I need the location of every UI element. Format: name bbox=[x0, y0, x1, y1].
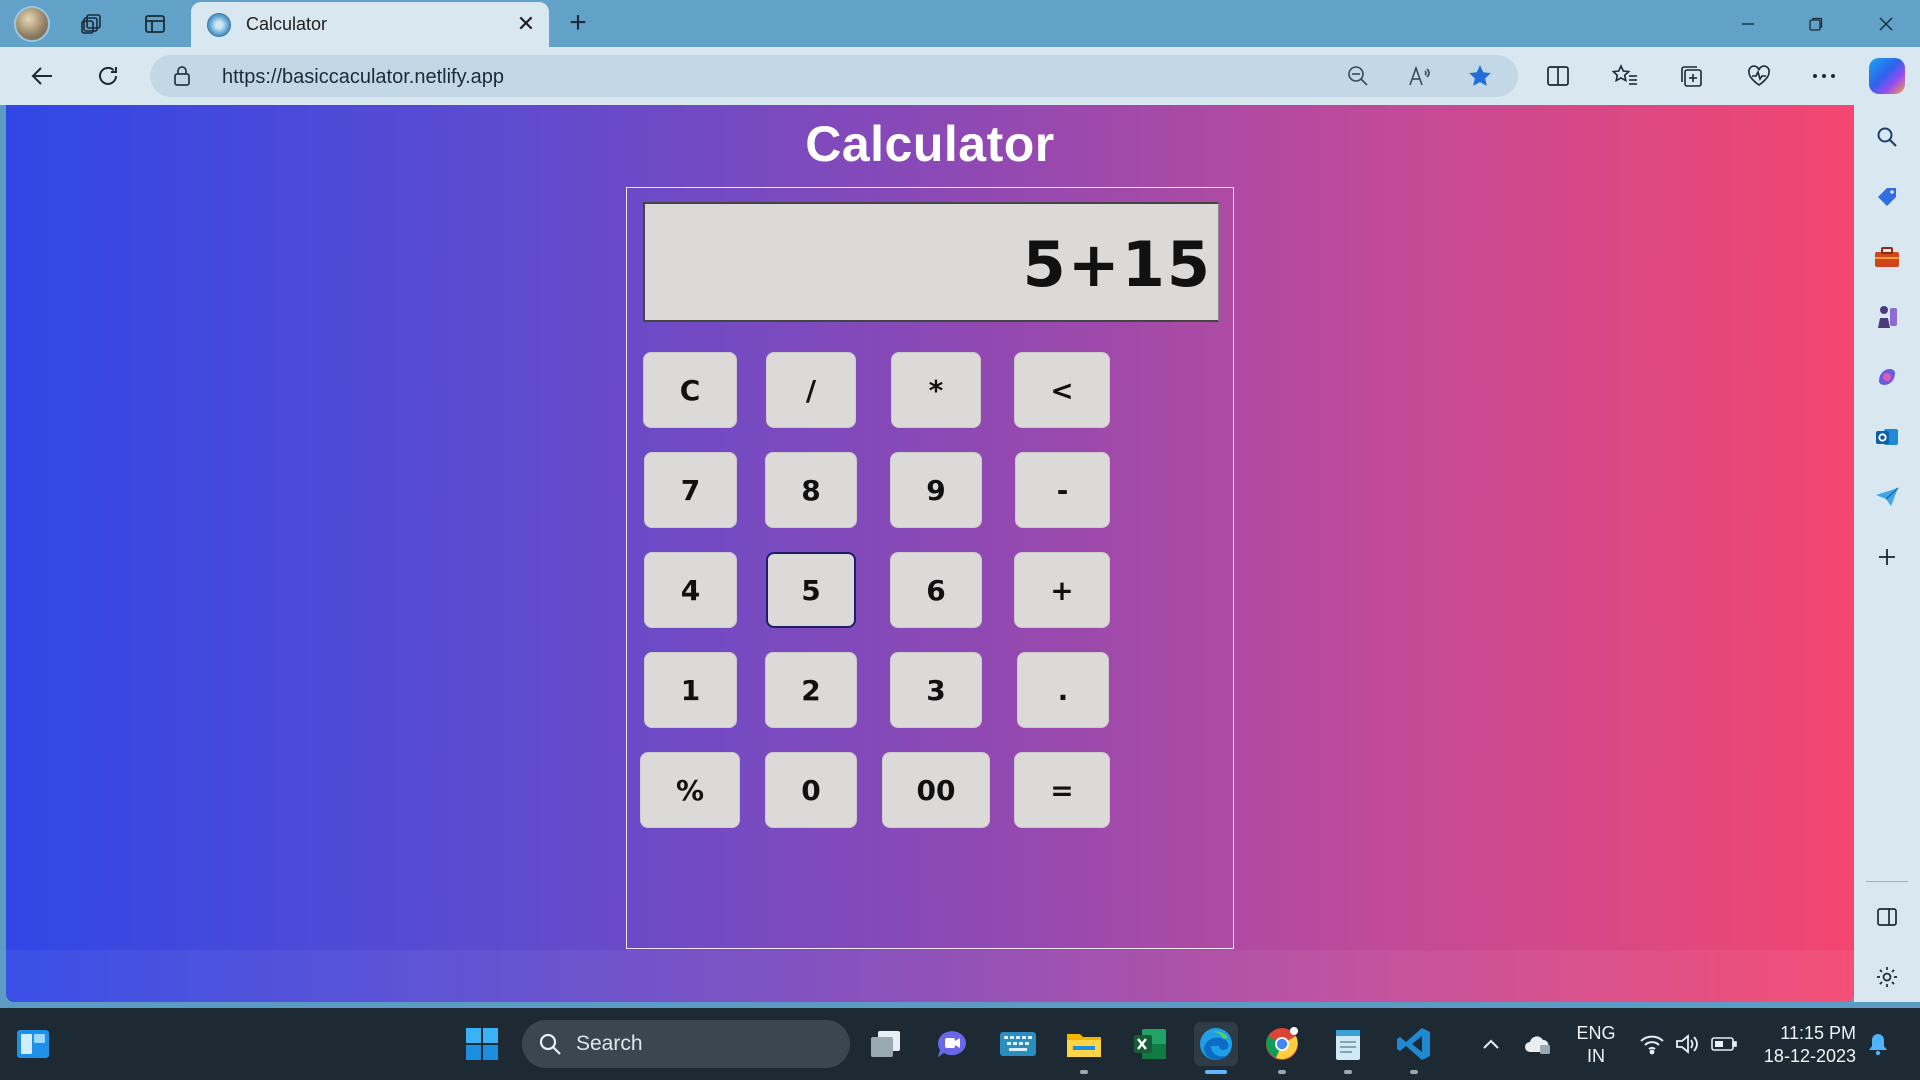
edge-active-indicator bbox=[1205, 1070, 1227, 1074]
battery-icon[interactable] bbox=[1702, 1022, 1746, 1066]
key-4[interactable]: 4 bbox=[644, 552, 737, 628]
onedrive-cloud-icon[interactable] bbox=[1516, 1022, 1560, 1066]
tab-title: Calculator bbox=[246, 14, 328, 34]
key-double-zero[interactable]: 00 bbox=[882, 752, 990, 828]
workspaces-icon[interactable] bbox=[76, 8, 108, 40]
sidebar-divider bbox=[1866, 881, 1908, 882]
search-icon[interactable] bbox=[1871, 121, 1903, 153]
taskbar-search-placeholder: Search bbox=[576, 1032, 643, 1055]
shopping-tag-icon[interactable] bbox=[1871, 181, 1903, 213]
back-icon[interactable] bbox=[22, 57, 62, 95]
chrome-icon[interactable] bbox=[1260, 1022, 1304, 1074]
file-explorer-running-dot bbox=[1080, 1070, 1088, 1074]
key-divide[interactable]: / bbox=[766, 352, 856, 428]
widgets-icon[interactable] bbox=[11, 1022, 55, 1066]
key-2[interactable]: 2 bbox=[765, 652, 857, 728]
zoom-out-icon[interactable] bbox=[1342, 62, 1374, 90]
add-sidebar-app-icon[interactable] bbox=[1871, 541, 1903, 573]
lock-icon[interactable] bbox=[172, 65, 192, 87]
vertical-tabs-icon[interactable] bbox=[139, 8, 171, 40]
excel-icon[interactable] bbox=[1128, 1022, 1172, 1066]
copilot-icon[interactable] bbox=[1869, 58, 1905, 94]
system-clock[interactable]: 11:15 PM 18-12-2023 bbox=[1756, 1022, 1856, 1068]
key-8[interactable]: 8 bbox=[765, 452, 857, 528]
windows-taskbar: Search ENG IN 11:15 PM 18-12-2023 bbox=[0, 1008, 1920, 1080]
tab-close-icon[interactable]: ✕ bbox=[513, 10, 539, 38]
start-icon[interactable] bbox=[460, 1022, 504, 1066]
key-7[interactable]: 7 bbox=[644, 452, 737, 528]
taskbar-search[interactable]: Search bbox=[522, 1020, 850, 1068]
clock-date: 18-12-2023 bbox=[1763, 1046, 1856, 1066]
key-percent[interactable]: % bbox=[640, 752, 740, 828]
calculator: 5+15 C / * < 7 8 9 - 4 5 6 + 1 2 3 . % 0… bbox=[626, 187, 1234, 949]
send-icon[interactable] bbox=[1871, 481, 1903, 513]
calculator-display: 5+15 bbox=[643, 202, 1219, 322]
favorite-star-icon[interactable] bbox=[1464, 62, 1496, 90]
web-page: Calculator 5+15 C / * < 7 8 9 - 4 5 6 + … bbox=[6, 105, 1854, 1002]
browser-title-bar: Calculator ✕ + bbox=[0, 0, 1920, 47]
browser-essentials-icon[interactable] bbox=[1741, 59, 1777, 93]
taskbar-search-icon bbox=[539, 1033, 561, 1055]
vscode-running-dot bbox=[1410, 1070, 1418, 1074]
show-hidden-icons-chevron-icon[interactable] bbox=[1469, 1022, 1513, 1066]
chrome-running-dot bbox=[1278, 1070, 1286, 1074]
url-text[interactable]: https://basiccaculator.netlify.app bbox=[222, 66, 504, 89]
key-backspace[interactable]: < bbox=[1014, 352, 1110, 428]
edge-browser-icon[interactable] bbox=[1194, 1022, 1238, 1074]
outlook-icon[interactable] bbox=[1871, 421, 1903, 453]
key-decimal[interactable]: . bbox=[1017, 652, 1109, 728]
touch-keyboard-icon[interactable] bbox=[996, 1022, 1040, 1066]
tab-calculator[interactable]: Calculator ✕ bbox=[191, 2, 549, 47]
new-tab-button[interactable]: + bbox=[560, 6, 596, 42]
key-1[interactable]: 1 bbox=[644, 652, 737, 728]
browser-toolbar: https://basiccaculator.netlify.app bbox=[0, 47, 1920, 105]
toolbox-icon[interactable] bbox=[1871, 241, 1903, 273]
refresh-icon[interactable] bbox=[88, 57, 128, 95]
display-value: 5+15 bbox=[1022, 228, 1212, 301]
task-view-icon[interactable] bbox=[864, 1022, 908, 1066]
key-6[interactable]: 6 bbox=[890, 552, 982, 628]
key-3[interactable]: 3 bbox=[890, 652, 982, 728]
split-screen-icon[interactable] bbox=[1540, 59, 1576, 93]
edge-sidebar bbox=[1854, 105, 1920, 1002]
key-multiply[interactable]: * bbox=[891, 352, 981, 428]
language-code: ENG bbox=[1576, 1023, 1616, 1043]
copilot-sidebar-icon[interactable] bbox=[1871, 361, 1903, 393]
favorites-icon[interactable] bbox=[1607, 59, 1643, 93]
collections-icon[interactable] bbox=[1674, 59, 1710, 93]
notepad-running-dot bbox=[1344, 1070, 1352, 1074]
notepad-icon[interactable] bbox=[1326, 1022, 1370, 1074]
vscode-icon[interactable] bbox=[1392, 1022, 1436, 1074]
notification-bell-icon[interactable] bbox=[1856, 1022, 1900, 1066]
teams-chat-icon[interactable] bbox=[930, 1022, 974, 1066]
restore-icon[interactable] bbox=[1782, 0, 1850, 47]
page-footer-band bbox=[6, 950, 1854, 1002]
key-clear[interactable]: C bbox=[643, 352, 737, 428]
key-minus[interactable]: - bbox=[1015, 452, 1110, 528]
games-icon[interactable] bbox=[1871, 301, 1903, 333]
page-title: Calculator bbox=[805, 116, 1055, 172]
address-bar[interactable]: https://basiccaculator.netlify.app bbox=[150, 55, 1518, 97]
hide-sidebar-icon[interactable] bbox=[1871, 901, 1903, 933]
more-options-icon[interactable] bbox=[1806, 59, 1842, 93]
globe-icon bbox=[207, 13, 231, 37]
clock-time: 11:15 PM bbox=[1780, 1023, 1856, 1043]
key-5[interactable]: 5 bbox=[766, 552, 856, 628]
region-code: IN bbox=[1587, 1046, 1605, 1066]
close-window-icon[interactable] bbox=[1852, 0, 1920, 47]
language-indicator[interactable]: ENG IN bbox=[1572, 1022, 1620, 1068]
file-explorer-icon[interactable] bbox=[1062, 1022, 1106, 1074]
key-9[interactable]: 9 bbox=[890, 452, 982, 528]
settings-gear-icon[interactable] bbox=[1871, 961, 1903, 993]
key-equals[interactable]: = bbox=[1014, 752, 1110, 828]
read-aloud-icon[interactable] bbox=[1404, 62, 1436, 90]
profile-avatar[interactable] bbox=[14, 6, 50, 42]
key-0[interactable]: 0 bbox=[765, 752, 857, 828]
minimize-icon[interactable] bbox=[1714, 0, 1782, 47]
key-plus[interactable]: + bbox=[1014, 552, 1110, 628]
